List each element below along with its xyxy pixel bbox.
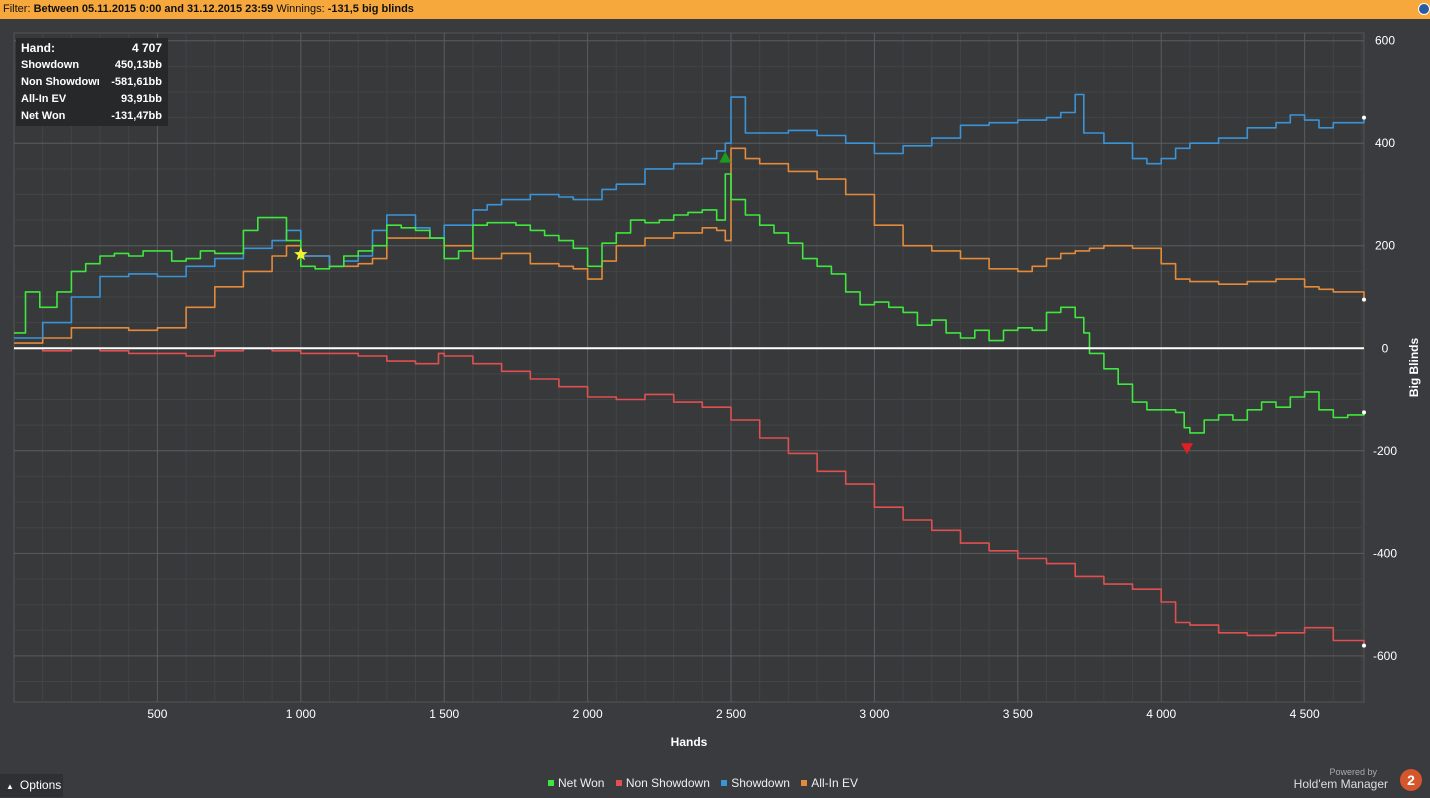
y-tick-label: 400 xyxy=(1375,136,1395,150)
stat-value: -581,61bb xyxy=(111,76,162,88)
x-tick-label: 4 500 xyxy=(1290,707,1320,721)
legend-label: Non Showdown xyxy=(625,776,710,790)
stat-value: 4 707 xyxy=(131,41,162,55)
chart-svg: 500 1 000 1 500 2 000 2 500 3 000 3 500 4 000 4 … xyxy=(13,32,1421,749)
stat-value: 450,13bb xyxy=(114,59,162,71)
stat-label: Showdown xyxy=(21,59,80,71)
winnings-value: -131,5 big blinds xyxy=(327,3,414,15)
stat-label: Net Won xyxy=(21,110,66,122)
x-tick-label: 1 500 xyxy=(429,707,459,721)
y-tick-label: -200 xyxy=(1373,444,1397,458)
y-tick-label: 0 xyxy=(1382,341,1389,355)
x-tick-label: 500 xyxy=(147,707,167,721)
x-tick-label: 4 000 xyxy=(1146,707,1176,721)
legend-swatch xyxy=(548,780,554,786)
x-tick-label: 1 000 xyxy=(286,707,316,721)
brand-badge: Powered by Hold'em Manager 2 xyxy=(1292,764,1422,794)
x-tick-label: 2 000 xyxy=(573,707,603,721)
chart-legend: Net Won Non Showdown Showdown All-In EV xyxy=(548,776,866,792)
legend-item-all-in-ev[interactable]: All-In EV xyxy=(801,776,858,790)
legend-item-showdown[interactable]: Showdown xyxy=(721,776,790,790)
legend-label: Showdown xyxy=(731,776,790,790)
winnings-label: Winnings: xyxy=(276,3,325,15)
stat-row-hand: Hand: 4 707 xyxy=(21,40,166,57)
stat-row-all-in-ev: All-In EV 93,91bb xyxy=(21,91,166,108)
info-icon[interactable] xyxy=(1418,3,1430,15)
stat-row-net-won: Net Won -131,47bb xyxy=(21,108,166,125)
x-tick-label: 3 000 xyxy=(859,707,889,721)
brand-logo: 2 xyxy=(1400,769,1422,791)
filter-prefix: Filter: xyxy=(3,3,31,15)
legend-label: All-In EV xyxy=(811,776,858,790)
y-tick-label: -600 xyxy=(1373,649,1397,663)
series-end-point xyxy=(1362,297,1366,302)
legend-swatch xyxy=(615,780,622,786)
stats-tooltip: Hand: 4 707 Showdown 450,13bb Non Showdo… xyxy=(16,38,168,126)
stat-value: -131,47bb xyxy=(111,110,162,122)
series-end-point xyxy=(1362,115,1366,120)
legend-swatch xyxy=(721,780,728,786)
brand-powered-by: Powered by xyxy=(1329,767,1377,777)
legend-label: Net Won xyxy=(558,776,605,790)
stat-label: Non Showdown xyxy=(21,76,99,88)
chart-area: 500 1 000 1 500 2 000 2 500 3 000 3 500 4 000 4 … xyxy=(0,19,1430,769)
stat-value: 93,91bb xyxy=(121,93,162,105)
legend-item-net-won[interactable]: Net Won xyxy=(548,776,604,790)
y-axis-title: Big Blinds xyxy=(1407,338,1421,398)
x-tick-label: 2 500 xyxy=(716,707,746,721)
series-end-point xyxy=(1362,410,1366,415)
stat-row-showdown: Showdown 450,13bb xyxy=(21,57,166,74)
stat-label: Hand: xyxy=(21,41,55,55)
stat-row-non-showdown: Non Showdown -581,61bb xyxy=(21,74,166,91)
chevron-up-icon: ▲ xyxy=(6,782,14,791)
y-tick-label: 200 xyxy=(1375,239,1395,253)
brand-name: Hold'em Manager xyxy=(1293,777,1388,791)
series-end-point xyxy=(1362,643,1366,648)
legend-item-non-showdown[interactable]: Non Showdown xyxy=(615,776,710,790)
filter-bar: Filter: Between 05.11.2015 0:00 and 31.1… xyxy=(0,0,1430,19)
x-axis-title: Hands xyxy=(671,735,708,749)
options-button[interactable]: ▲ Options xyxy=(0,774,63,797)
y-tick-label: 600 xyxy=(1375,34,1395,48)
filter-range: Between 05.11.2015 0:00 and 31.12.2015 2… xyxy=(33,3,274,15)
stat-label: All-In EV xyxy=(21,93,67,105)
options-label: Options xyxy=(19,778,62,792)
legend-swatch xyxy=(801,780,808,786)
x-tick-label: 3 500 xyxy=(1003,707,1033,721)
y-tick-label: -400 xyxy=(1373,546,1397,560)
